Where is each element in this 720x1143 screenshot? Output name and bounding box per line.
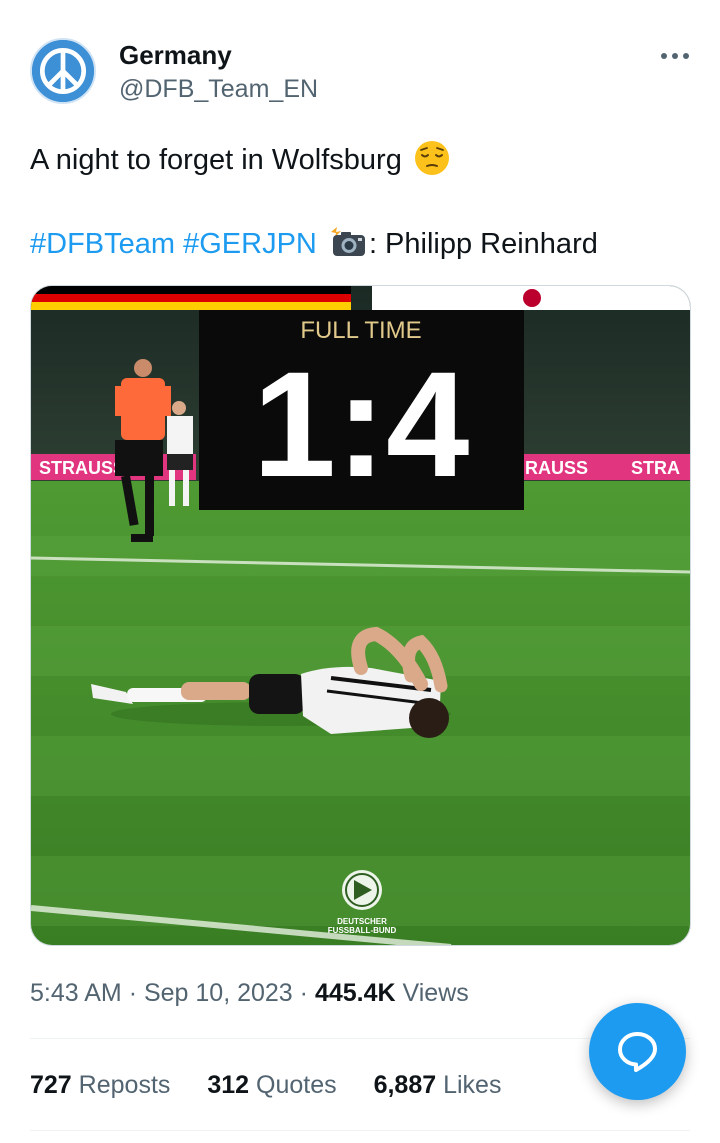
- reposts-count: 727: [30, 1071, 72, 1099]
- reposts-stat[interactable]: 727 Reposts: [30, 1068, 170, 1102]
- divider-bottom: [30, 1130, 690, 1131]
- germany-flag-black: [31, 286, 351, 294]
- pensive-face-emoji-icon: [414, 141, 449, 175]
- final-score: 1:4: [253, 340, 470, 508]
- chat-bubble-icon: [618, 1032, 657, 1072]
- ad-board-right-text-2: STRA: [631, 458, 680, 478]
- peace-sign-icon: [32, 40, 94, 102]
- likes-count: 6,887: [373, 1071, 437, 1099]
- meta-separator: ·: [128, 979, 138, 1007]
- ad-board-right-text: RAUSS: [525, 458, 588, 478]
- reposts-label: Reposts: [78, 1071, 171, 1099]
- display-name[interactable]: Germany: [119, 40, 318, 70]
- photo-credit: : Philipp Reinhard: [368, 228, 598, 260]
- likes-stat[interactable]: 6,887 Likes: [374, 1068, 502, 1102]
- quotes-label: Quotes: [256, 1071, 337, 1099]
- meta-separator-2: ·: [299, 979, 308, 1007]
- more-options-button[interactable]: [660, 44, 690, 68]
- quotes-stat[interactable]: 312 Quotes: [207, 1068, 336, 1102]
- tweet-media-image[interactable]: STRAUSS RAUSS STRA FULL TIME 1:4 DEUTSCH…: [30, 285, 691, 946]
- account-handle[interactable]: @DFB_Team_EN: [119, 74, 318, 104]
- hashtag-dfbteam[interactable]: #DFBTeam: [30, 228, 175, 260]
- germany-flag-gold: [31, 302, 351, 310]
- tweet-header: Germany @DFB_Team_EN: [30, 38, 690, 108]
- tweet-text: A night to forget in Wolfsburg: [30, 140, 690, 180]
- tweet-text-content: A night to forget in Wolfsburg: [30, 144, 402, 176]
- hashtag-gerjpn[interactable]: #GERJPN: [183, 228, 317, 260]
- dfb-logo-text-line2: FUSSBALL-BUND: [328, 926, 397, 935]
- avatar[interactable]: [30, 38, 96, 104]
- quotes-count: 312: [207, 1071, 250, 1099]
- match-result-graphic: STRAUSS RAUSS STRA FULL TIME 1:4 DEUTSCH…: [31, 286, 690, 945]
- tweet-time[interactable]: 5:43 AM: [30, 979, 122, 1007]
- dfb-logo-text-line1: DEUTSCHER: [337, 917, 387, 926]
- tweet-date[interactable]: Sep 10, 2023: [144, 979, 293, 1007]
- tweet-meta: 5:43 AM · Sep 10, 2023 · 445.4K Views: [30, 976, 469, 1010]
- germany-flag-red: [31, 294, 351, 302]
- new-message-button[interactable]: [589, 1003, 686, 1100]
- likes-label: Likes: [443, 1071, 502, 1099]
- more-dots-icon: [661, 53, 689, 59]
- camera-with-flash-icon: [330, 227, 365, 256]
- hashtag-line: #DFBTeam #GERJPN : Philipp Reinhard: [30, 224, 690, 264]
- ad-board-left-text: STRAUSS: [39, 458, 125, 478]
- japan-flag-disc: [523, 289, 541, 307]
- views-count: 445.4K: [314, 979, 396, 1007]
- views-label: Views: [402, 979, 469, 1007]
- engagement-stats: 727 Reposts 312 Quotes 6,887 Likes: [30, 1068, 531, 1102]
